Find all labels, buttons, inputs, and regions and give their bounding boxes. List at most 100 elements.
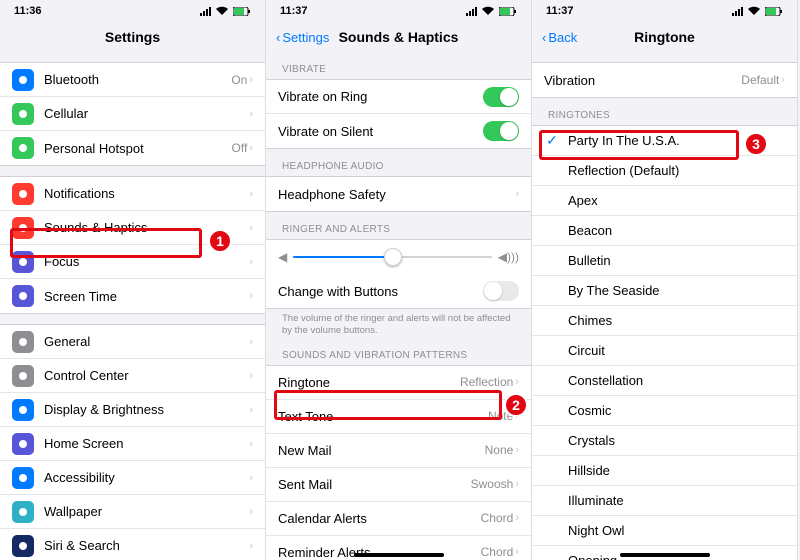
settings-row[interactable]: Screen Time› (0, 279, 265, 313)
ringtone-row[interactable]: Cosmic (532, 396, 797, 426)
settings-row[interactable]: Home Screen› (0, 427, 265, 461)
row-vibration[interactable]: Vibration Default › (532, 63, 797, 97)
chevron-right-icon: › (249, 290, 253, 302)
app-icon (12, 183, 34, 205)
status-icons (200, 6, 251, 16)
ringtone-row[interactable]: Constellation (532, 366, 797, 396)
ringtone-row[interactable]: Illuminate (532, 486, 797, 516)
row-value: Chord (481, 545, 514, 559)
row-change-with-buttons[interactable]: Change with Buttons (266, 274, 531, 308)
row-value: Off (232, 141, 248, 155)
toggle-vibrate-silent[interactable] (483, 121, 519, 141)
back-button[interactable]: ‹Settings (276, 30, 329, 45)
chevron-right-icon: › (515, 188, 519, 200)
settings-row[interactable]: Cellular› (0, 97, 265, 131)
settings-row[interactable]: Siri & Search› (0, 529, 265, 560)
settings-row[interactable]: Accessibility› (0, 461, 265, 495)
chevron-right-icon: › (515, 546, 519, 558)
row-label: Siri & Search (44, 538, 249, 553)
pattern-row[interactable]: Sent MailSwoosh› (266, 468, 531, 502)
wifi-icon (481, 6, 495, 16)
section-header-ringer: Ringer and Alerts (266, 212, 531, 239)
row-label: Cellular (44, 106, 249, 121)
ringtone-label: Circuit (568, 343, 785, 358)
settings-row[interactable]: Wallpaper› (0, 495, 265, 529)
chevron-right-icon: › (515, 444, 519, 456)
page-title: Settings (105, 29, 160, 45)
ringtone-row[interactable]: Circuit (532, 336, 797, 366)
row-label: Control Center (44, 368, 249, 383)
phone-settings: 11:36 Settings BluetoothOn›Cellular›Pers… (0, 0, 266, 560)
row-vibrate-silent[interactable]: Vibrate on Silent (266, 114, 531, 148)
app-icon (12, 467, 34, 489)
pattern-row[interactable]: New MailNone› (266, 434, 531, 468)
settings-group-general: General›Control Center›Display & Brightn… (0, 324, 265, 560)
row-label: General (44, 334, 249, 349)
navbar: ‹Settings Sounds & Haptics (266, 22, 531, 52)
row-label: Home Screen (44, 436, 249, 451)
clock: 11:37 (546, 5, 574, 17)
app-icon (12, 365, 34, 387)
pattern-row[interactable]: RingtoneReflection› (266, 366, 531, 400)
ringtone-scroll[interactable]: Vibration Default › Ringtones ✓Party In … (532, 52, 797, 560)
chevron-right-icon: › (249, 108, 253, 120)
ringtone-row[interactable]: Hillside (532, 456, 797, 486)
settings-row[interactable]: General› (0, 325, 265, 359)
page-title: Ringtone (634, 29, 695, 45)
chevron-right-icon: › (249, 142, 253, 154)
pattern-row[interactable]: Calendar AlertsChord› (266, 502, 531, 536)
app-icon (12, 251, 34, 273)
ringtone-row[interactable]: Bulletin (532, 246, 797, 276)
settings-row[interactable]: Notifications› (0, 177, 265, 211)
row-label: Screen Time (44, 289, 249, 304)
group-ringtones: ✓Party In The U.S.A.Reflection (Default)… (532, 125, 797, 560)
ringtone-row[interactable]: Reflection (Default) (532, 156, 797, 186)
settings-row[interactable]: Display & Brightness› (0, 393, 265, 427)
chevron-right-icon: › (249, 540, 253, 552)
battery-icon (765, 7, 783, 16)
chevron-right-icon: › (249, 74, 253, 86)
ringtone-label: Illuminate (568, 493, 785, 508)
page-title: Sounds & Haptics (339, 29, 459, 45)
ringtone-label: Cosmic (568, 403, 785, 418)
settings-row[interactable]: BluetoothOn› (0, 63, 265, 97)
clock: 11:37 (280, 5, 308, 17)
ringtone-row[interactable]: Chimes (532, 306, 797, 336)
row-headphone-safety[interactable]: Headphone Safety › (266, 177, 531, 211)
toggle-change-with-buttons[interactable] (483, 281, 519, 301)
checkmark-icon: ✓ (544, 132, 560, 149)
settings-row[interactable]: Personal HotspotOff› (0, 131, 265, 165)
ringtone-row[interactable]: Night Owl (532, 516, 797, 546)
ringtone-row[interactable]: Beacon (532, 216, 797, 246)
ringtone-row[interactable]: Crystals (532, 426, 797, 456)
settings-row[interactable]: Control Center› (0, 359, 265, 393)
chevron-right-icon: › (249, 188, 253, 200)
ringtone-label: Constellation (568, 373, 785, 388)
ringtone-row[interactable]: Apex (532, 186, 797, 216)
row-vibrate-ring[interactable]: Vibrate on Ring (266, 80, 531, 114)
ringtone-row[interactable]: By The Seaside (532, 276, 797, 306)
settings-group-connectivity: BluetoothOn›Cellular›Personal HotspotOff… (0, 62, 265, 166)
annotation-badge-1: 1 (208, 229, 232, 253)
pattern-row[interactable]: Text ToneNote› (266, 400, 531, 434)
row-label: Personal Hotspot (44, 141, 232, 156)
ringtone-label: By The Seaside (568, 283, 785, 298)
home-indicator (354, 553, 444, 557)
chevron-right-icon: › (515, 478, 519, 490)
settings-scroll[interactable]: BluetoothOn›Cellular›Personal HotspotOff… (0, 52, 265, 560)
phone-ringtone: 11:37 ‹Back Ringtone Vibration Default ›… (532, 0, 798, 560)
status-icons (732, 6, 783, 16)
ringtone-label: Hillside (568, 463, 785, 478)
speaker-low-icon: ◀ (278, 250, 287, 264)
row-label: Ringtone (278, 375, 460, 390)
sounds-scroll[interactable]: Vibrate Vibrate on Ring Vibrate on Silen… (266, 52, 531, 560)
app-icon (12, 433, 34, 455)
chevron-right-icon: › (249, 438, 253, 450)
volume-slider[interactable] (293, 256, 492, 258)
chevron-right-icon: › (249, 472, 253, 484)
toggle-vibrate-ring[interactable] (483, 87, 519, 107)
back-button[interactable]: ‹Back (542, 30, 577, 45)
chevron-left-icon: ‹ (542, 30, 546, 45)
row-value: Swoosh (471, 477, 514, 491)
row-label: Wallpaper (44, 504, 249, 519)
